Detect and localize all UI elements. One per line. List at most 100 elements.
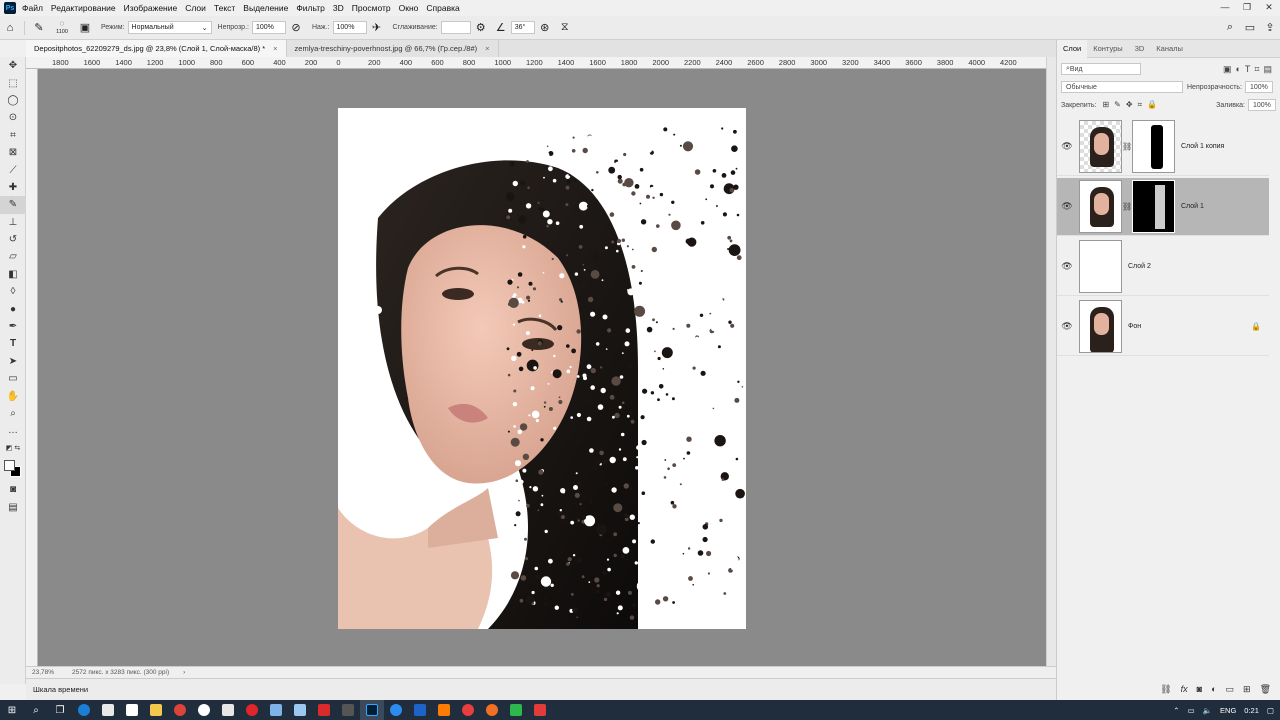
layer-thumbnail[interactable] [1079, 180, 1122, 233]
status-arrow-icon[interactable]: › [183, 669, 185, 676]
menu-3d[interactable]: 3D [333, 3, 344, 13]
path-select-tool-icon[interactable]: ➤ [0, 353, 26, 370]
menu-type[interactable]: Текст [214, 3, 235, 13]
app-icon[interactable] [408, 700, 432, 720]
tab-document-2[interactable]: zemlya-treschiny-poverhnost.jpg @ 66,7% … [287, 40, 499, 57]
menu-file[interactable]: Файл [22, 3, 43, 13]
menu-window[interactable]: Окно [399, 3, 419, 13]
yandex-icon[interactable] [192, 700, 216, 720]
eye-icon[interactable]: 👁 [1057, 141, 1077, 152]
layer-row[interactable]: 👁 ⛓ Слой 1 копия [1057, 118, 1269, 176]
layer-name[interactable]: Слой 1 [1181, 203, 1204, 210]
layer-thumbnail[interactable] [1079, 300, 1122, 353]
rectangle-tool-icon[interactable]: ▭ [0, 370, 26, 387]
zoom-tool-icon[interactable]: ⌕ [0, 405, 26, 422]
brush-size-picker[interactable]: ◌ 1100 [51, 19, 73, 36]
smoothing-field[interactable] [440, 21, 471, 34]
eraser-tool-icon[interactable]: ▱ [0, 248, 26, 265]
angle-field[interactable]: 36° [510, 21, 535, 34]
chevron-up-icon[interactable]: ⌃ [1173, 706, 1179, 715]
layer-row[interactable]: 👁 ⛓ Слой 1 [1057, 178, 1269, 236]
hand-tool-icon[interactable]: ✋ [0, 387, 26, 404]
layer-thumbnail[interactable] [1079, 240, 1122, 293]
clock[interactable]: 0:21 [1244, 706, 1259, 715]
tab-document-1[interactable]: Depositphotos_62209279_ds.jpg @ 23,8% (С… [26, 40, 287, 57]
menu-edit[interactable]: Редактирование [51, 3, 116, 13]
brush-settings-icon[interactable]: ▣ [77, 20, 93, 36]
gradient-tool-icon[interactable]: ◧ [0, 266, 26, 283]
workspace-icon[interactable]: ▭ [1242, 20, 1258, 36]
foreground-color-swatch[interactable] [4, 459, 15, 471]
document-image[interactable] [338, 108, 746, 629]
tab-channels[interactable]: Каналы [1150, 40, 1189, 58]
blend-mode-select[interactable]: Обычные [1061, 81, 1183, 93]
menu-filter[interactable]: Фильтр [296, 3, 325, 13]
filter-icons[interactable]: ▣◐T⌗▤ [1223, 64, 1276, 75]
more-tools-icon[interactable]: … [0, 422, 26, 439]
language-indicator[interactable]: ENG [1220, 706, 1236, 715]
layer-mask-thumbnail[interactable] [1132, 120, 1175, 173]
crop-tool-icon[interactable]: ⌗ [0, 127, 26, 144]
marquee-tool-icon[interactable]: ⬚ [0, 74, 26, 91]
menu-layer[interactable]: Слои [185, 3, 206, 13]
app-icon[interactable] [528, 700, 552, 720]
mode-select[interactable]: Нормальный ⌄ [127, 21, 212, 34]
close-icon[interactable]: × [485, 44, 489, 53]
search-icon[interactable]: ⌕ [24, 700, 48, 720]
layer-thumbnail[interactable] [1079, 120, 1122, 173]
menu-help[interactable]: Справка [426, 3, 459, 13]
layer-row[interactable]: 👁 Слой 2 [1057, 238, 1269, 296]
app-icon[interactable] [504, 700, 528, 720]
windows-start-icon[interactable]: ⊞ [0, 700, 24, 720]
layer-opacity-field[interactable]: 100% [1245, 81, 1273, 93]
move-tool-icon[interactable]: ✥ [0, 57, 26, 74]
fx-icon[interactable]: fx [1181, 684, 1188, 694]
layer-name[interactable]: Слой 2 [1128, 263, 1151, 270]
minimize-icon[interactable]: — [1214, 0, 1236, 14]
canvas-area[interactable] [38, 69, 1046, 666]
screen-mode-icon[interactable]: ▤ [0, 498, 26, 515]
eye-icon[interactable]: 👁 [1057, 201, 1077, 212]
chain-link-icon[interactable]: ⛓ [1122, 202, 1132, 211]
search-icon[interactable]: ⌕ [1222, 20, 1238, 36]
link-layers-icon[interactable]: ⛓ [1160, 684, 1171, 695]
color-swatches[interactable] [0, 457, 26, 481]
eye-icon[interactable]: 👁 [1057, 321, 1077, 332]
layer-filter-select[interactable]: ⌕ Вид [1061, 63, 1141, 75]
brush-tool-icon[interactable]: ✎ [0, 196, 26, 214]
quick-mask-icon[interactable]: ◙ [0, 481, 26, 498]
firefox-icon[interactable] [480, 700, 504, 720]
mail-icon[interactable] [120, 700, 144, 720]
add-mask-icon[interactable]: ◙ [1197, 684, 1202, 694]
zoom-level[interactable]: 23,78% [32, 669, 54, 676]
restore-icon[interactable]: ❐ [1236, 0, 1258, 14]
pressure-size-icon[interactable]: ⊛ [537, 20, 553, 36]
lock-icon[interactable]: 🔒 [1251, 322, 1261, 331]
symmetry-icon[interactable]: ⧖ [557, 20, 573, 36]
close-icon[interactable]: ✕ [1258, 0, 1280, 14]
trash-icon[interactable]: 🗑 [1260, 684, 1271, 695]
share-icon[interactable]: ⇪ [1262, 20, 1278, 36]
adjustment-layer-icon[interactable]: ◐ [1211, 684, 1216, 694]
brush-tool-preset-icon[interactable]: ✎ [31, 20, 47, 36]
volume-icon[interactable]: 🔈 [1203, 706, 1212, 715]
eye-icon[interactable]: 👁 [1057, 261, 1077, 272]
tab-layers[interactable]: Слои [1057, 39, 1088, 58]
tab-3d[interactable]: 3D [1129, 40, 1151, 58]
vertical-scrollbar[interactable] [1046, 57, 1056, 666]
layer-row[interactable]: 👁 Фон 🔒 [1057, 298, 1269, 356]
opacity-field[interactable]: 100% [251, 21, 286, 34]
illustrator-icon[interactable] [432, 700, 456, 720]
new-group-icon[interactable]: ▭ [1226, 684, 1235, 695]
history-brush-tool-icon[interactable]: ↺ [0, 231, 26, 248]
layer-mask-thumbnail[interactable] [1132, 180, 1175, 233]
app-icon[interactable] [456, 700, 480, 720]
store-icon[interactable] [96, 700, 120, 720]
close-icon[interactable]: × [273, 44, 277, 53]
airbrush-icon[interactable]: ✈ [369, 20, 385, 36]
quick-select-tool-icon[interactable]: ⊙ [0, 109, 26, 126]
app-icon[interactable] [216, 700, 240, 720]
edge-icon[interactable] [72, 700, 96, 720]
layer-name[interactable]: Слой 1 копия [1181, 143, 1224, 150]
default-colors-icon[interactable]: ◩ ⇆ [0, 440, 26, 457]
